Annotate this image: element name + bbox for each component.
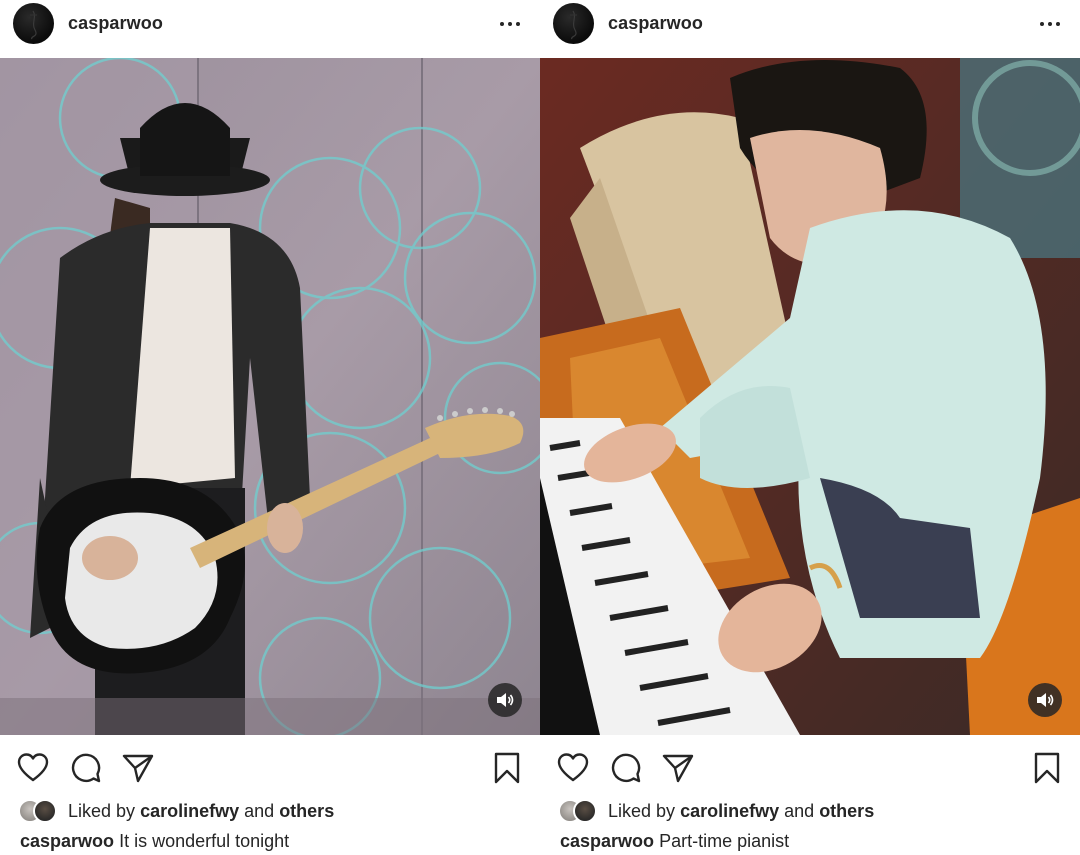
post-card-guitar: casparwoo Liked by carolinefwy and other… bbox=[0, 0, 540, 855]
liker-avatars bbox=[18, 798, 64, 824]
post-actions bbox=[540, 735, 1080, 795]
avatar[interactable] bbox=[573, 799, 597, 823]
post-username[interactable]: casparwoo bbox=[608, 13, 703, 34]
post-header: casparwoo bbox=[0, 0, 540, 58]
send-icon[interactable] bbox=[121, 751, 155, 785]
liked-user-link[interactable]: carolinefwy bbox=[140, 801, 239, 821]
post-media[interactable] bbox=[0, 58, 540, 735]
heart-icon[interactable] bbox=[556, 751, 590, 785]
avatar[interactable] bbox=[553, 3, 594, 44]
liked-others-link[interactable]: others bbox=[279, 801, 334, 821]
likes-text: Liked by carolinefwy and others bbox=[608, 800, 875, 821]
post-card-piano: casparwoo Liked by carolinefwy and other… bbox=[540, 0, 1080, 855]
post-media[interactable] bbox=[540, 58, 1080, 735]
liker-avatars bbox=[558, 798, 604, 824]
speaker-icon[interactable] bbox=[488, 683, 522, 717]
guitar-player-photo bbox=[0, 58, 540, 735]
bookmark-icon[interactable] bbox=[1030, 751, 1064, 785]
send-icon[interactable] bbox=[661, 751, 695, 785]
post-header: casparwoo bbox=[540, 0, 1080, 58]
caption-text: It is wonderful tonight bbox=[119, 831, 290, 851]
more-options-icon[interactable] bbox=[1038, 12, 1062, 36]
likes-row: Liked by carolinefwy and others bbox=[558, 797, 874, 825]
post-caption: casparwoo It is wonderful tonight bbox=[20, 831, 289, 852]
piano-player-photo bbox=[540, 58, 1080, 735]
bookmark-icon[interactable] bbox=[490, 751, 524, 785]
comment-icon[interactable] bbox=[609, 751, 643, 785]
post-caption: casparwoo Part-time pianist bbox=[560, 831, 789, 852]
more-options-icon[interactable] bbox=[498, 12, 522, 36]
comment-icon[interactable] bbox=[69, 751, 103, 785]
caption-username[interactable]: casparwoo bbox=[20, 831, 114, 851]
avatar[interactable] bbox=[33, 799, 57, 823]
caption-username[interactable]: casparwoo bbox=[560, 831, 654, 851]
liked-user-link[interactable]: carolinefwy bbox=[680, 801, 779, 821]
post-actions bbox=[0, 735, 540, 795]
caption-text: Part-time pianist bbox=[659, 831, 790, 851]
likes-row: Liked by carolinefwy and others bbox=[18, 797, 334, 825]
liked-others-link[interactable]: others bbox=[819, 801, 874, 821]
avatar[interactable] bbox=[13, 3, 54, 44]
speaker-icon[interactable] bbox=[1028, 683, 1062, 717]
post-username[interactable]: casparwoo bbox=[68, 13, 163, 34]
likes-text: Liked by carolinefwy and others bbox=[68, 800, 335, 821]
heart-icon[interactable] bbox=[16, 751, 50, 785]
